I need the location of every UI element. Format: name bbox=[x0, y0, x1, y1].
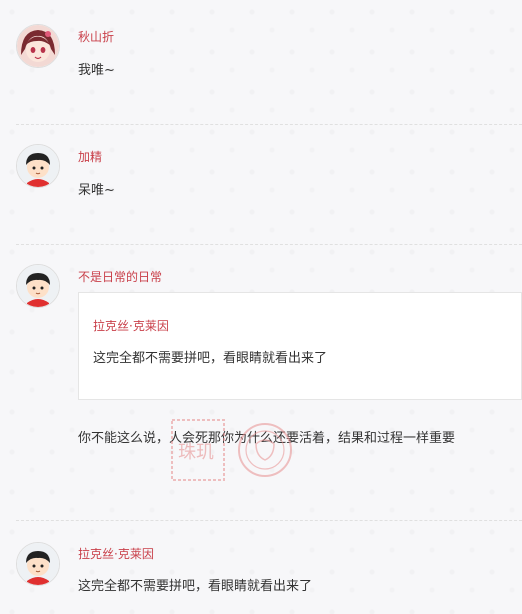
quoted-text: 这完全都不需要拼吧，看眼睛就看出来了 bbox=[93, 351, 328, 366]
cartoon-boy-avatar-icon[interactable] bbox=[16, 264, 60, 308]
divider bbox=[16, 124, 522, 125]
divider bbox=[16, 520, 522, 521]
comment-text: 呆唯~ bbox=[78, 183, 115, 198]
cartoon-boy-avatar-icon[interactable] bbox=[16, 542, 60, 586]
comment-author[interactable]: 加精 bbox=[78, 148, 102, 165]
watermark-text: 珠玑 bbox=[178, 442, 214, 463]
anime-girl-avatar-icon[interactable] bbox=[16, 24, 60, 68]
comment-author[interactable]: 不是日常的日常 bbox=[78, 268, 162, 285]
seal-stamp-icon: 珠玑 bbox=[170, 414, 300, 484]
quoted-reply: 拉克丝·克莱因 这完全都不需要拼吧，看眼睛就看出来了 bbox=[78, 292, 522, 400]
cartoon-boy-avatar-icon[interactable] bbox=[16, 144, 60, 188]
comment-author[interactable]: 拉克丝·克莱因 bbox=[78, 545, 154, 562]
comment-text: 这完全都不需要拼吧，看眼睛就看出来了 bbox=[78, 579, 313, 594]
comment-text: 我唯~ bbox=[78, 63, 115, 78]
comment-author[interactable]: 秋山折 bbox=[78, 28, 114, 45]
quoted-author[interactable]: 拉克丝·克莱因 bbox=[93, 317, 169, 334]
divider bbox=[16, 244, 522, 245]
